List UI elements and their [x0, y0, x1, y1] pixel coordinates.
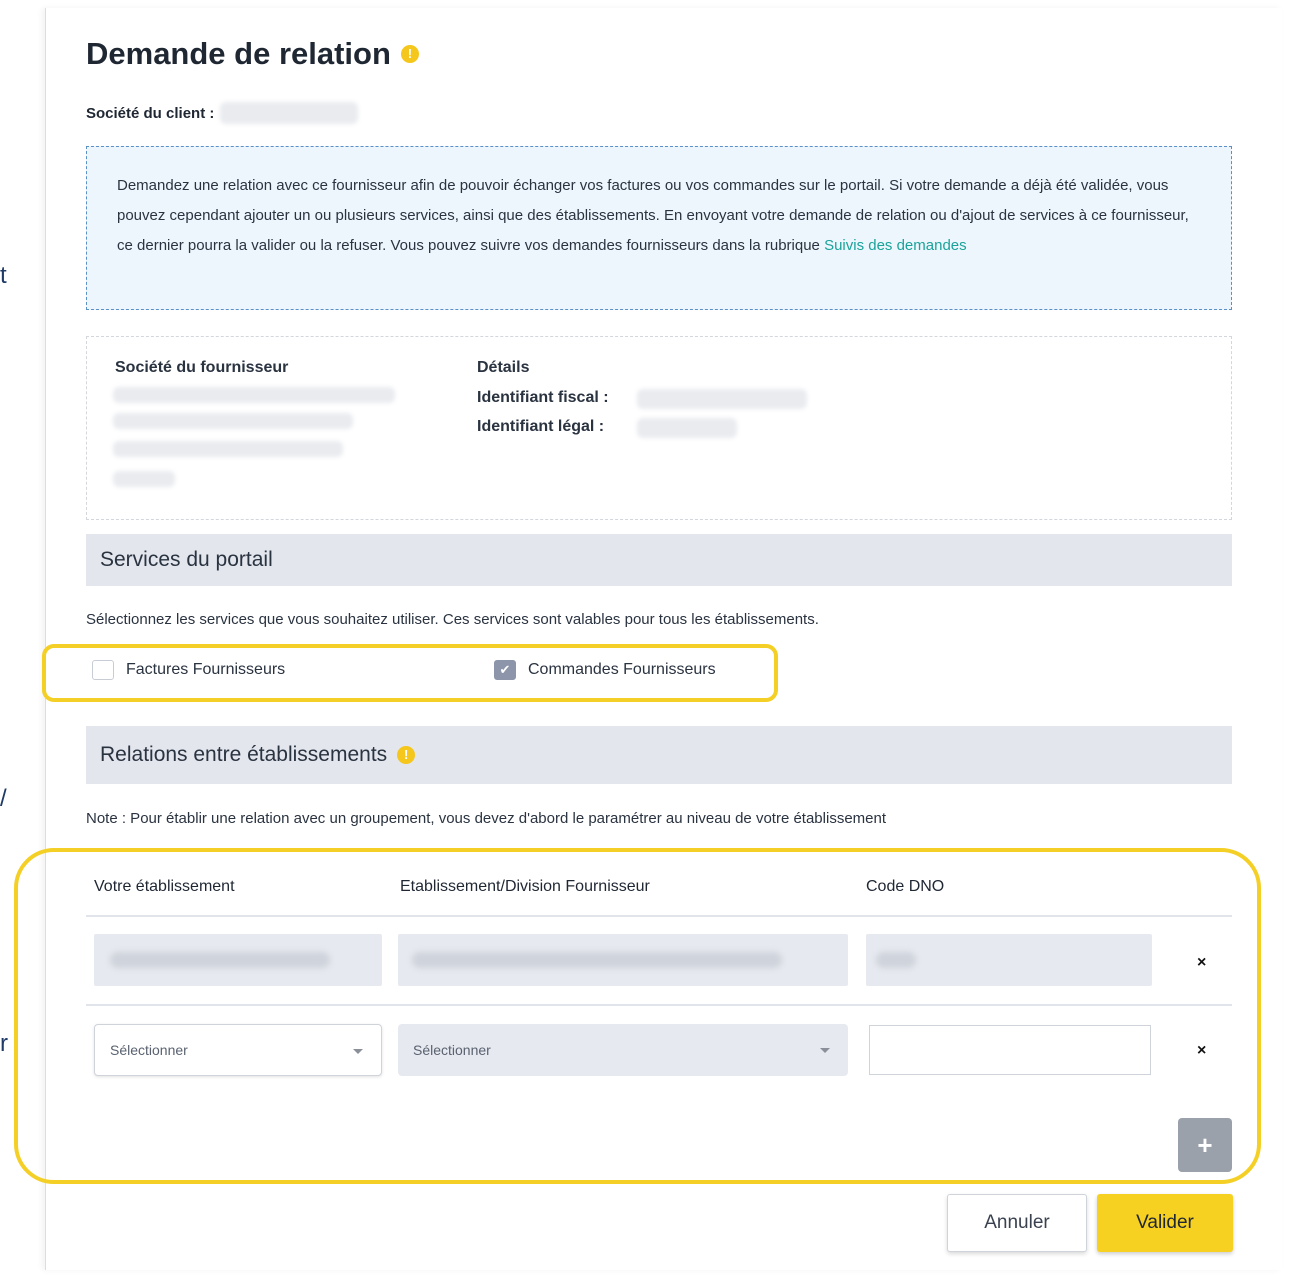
client-company-label: Société du client :: [86, 104, 215, 122]
supplier-division-field-redacted[interactable]: [398, 934, 848, 986]
supplier-address-redacted: [113, 413, 353, 429]
submit-button[interactable]: Valider: [1097, 1194, 1233, 1252]
supplier-division-select[interactable]: Sélectionner: [398, 1024, 848, 1076]
services-section-title: Services du portail: [100, 548, 273, 571]
fiscal-id-value-redacted: [637, 389, 807, 409]
column-header-code-dno: Code DNO: [866, 878, 945, 895]
relations-section-title: Relations entre établissements: [100, 743, 388, 766]
details-label: Détails: [477, 359, 530, 376]
requests-tracking-link[interactable]: Suivis des demandes: [824, 237, 967, 254]
column-header-supplier-division: Etablissement/Division Fournisseur: [400, 878, 650, 895]
client-company-row: Société du client :: [86, 102, 359, 124]
info-notice-text: Demandez une relation avec ce fournisseu…: [117, 177, 1189, 254]
relations-highlight-frame: [14, 848, 1261, 1184]
services-section-header: Services du portail: [86, 534, 1232, 586]
checkbox-unchecked-icon[interactable]: [92, 660, 114, 680]
establishment-field-redacted[interactable]: [94, 934, 382, 986]
establishment-select-placeholder: Sélectionner: [110, 1042, 188, 1058]
plus-icon: +: [1197, 1129, 1213, 1160]
remove-row-icon[interactable]: ×: [1197, 954, 1206, 972]
relations-section-header: Relations entre établissements !: [86, 726, 1232, 784]
legal-id-label: Identifiant légal :: [477, 418, 605, 435]
cancel-button[interactable]: Annuler: [947, 1194, 1087, 1252]
code-dno-input[interactable]: [869, 1025, 1151, 1075]
service-option-label: Factures Fournisseurs: [126, 661, 286, 678]
supplier-info-card: Société du fournisseur Détails Identifia…: [86, 336, 1232, 520]
code-dno-field-redacted[interactable]: [866, 934, 1152, 986]
service-option-invoices[interactable]: Factures Fournisseurs: [92, 660, 285, 680]
row-divider: [86, 1004, 1232, 1006]
info-icon[interactable]: !: [400, 45, 419, 63]
info-notice: Demandez une relation avec ce fournisseu…: [86, 146, 1232, 310]
chevron-down-icon: [353, 1049, 363, 1054]
background-text-fragment: t: [0, 262, 7, 289]
background-text-fragment: /: [0, 785, 7, 812]
remove-row-icon[interactable]: ×: [1197, 1042, 1206, 1060]
relation-request-modal: Demande de relation ! Société du client …: [14, 8, 1282, 1270]
column-header-your-establishment: Votre établissement: [94, 878, 235, 895]
chevron-down-icon: [820, 1048, 830, 1053]
supplier-address-redacted: [113, 387, 395, 403]
page-title: Demande de relation: [86, 36, 391, 71]
establishment-select[interactable]: Sélectionner: [94, 1024, 382, 1076]
relations-note: Note : Pour établir une relation avec un…: [86, 810, 887, 827]
background-text-fragment: r: [0, 1030, 8, 1057]
service-option-orders[interactable]: ✔ Commandes Fournisseurs: [494, 660, 716, 680]
supplier-company-label: Société du fournisseur: [115, 359, 289, 376]
legal-id-value-redacted: [637, 418, 737, 438]
service-option-label: Commandes Fournisseurs: [528, 661, 716, 678]
fiscal-id-label: Identifiant fiscal :: [477, 389, 609, 406]
supplier-address-redacted: [113, 471, 175, 487]
modal-header: Demande de relation !: [86, 36, 419, 72]
info-icon[interactable]: !: [397, 746, 416, 764]
row-divider: [86, 915, 1232, 917]
client-company-value-redacted: [220, 102, 359, 124]
supplier-address-redacted: [113, 441, 343, 457]
supplier-division-select-placeholder: Sélectionner: [413, 1042, 491, 1058]
services-description: Sélectionnez les services que vous souha…: [86, 611, 819, 628]
add-row-button[interactable]: +: [1178, 1118, 1232, 1172]
checkbox-checked-icon[interactable]: ✔: [494, 660, 516, 680]
